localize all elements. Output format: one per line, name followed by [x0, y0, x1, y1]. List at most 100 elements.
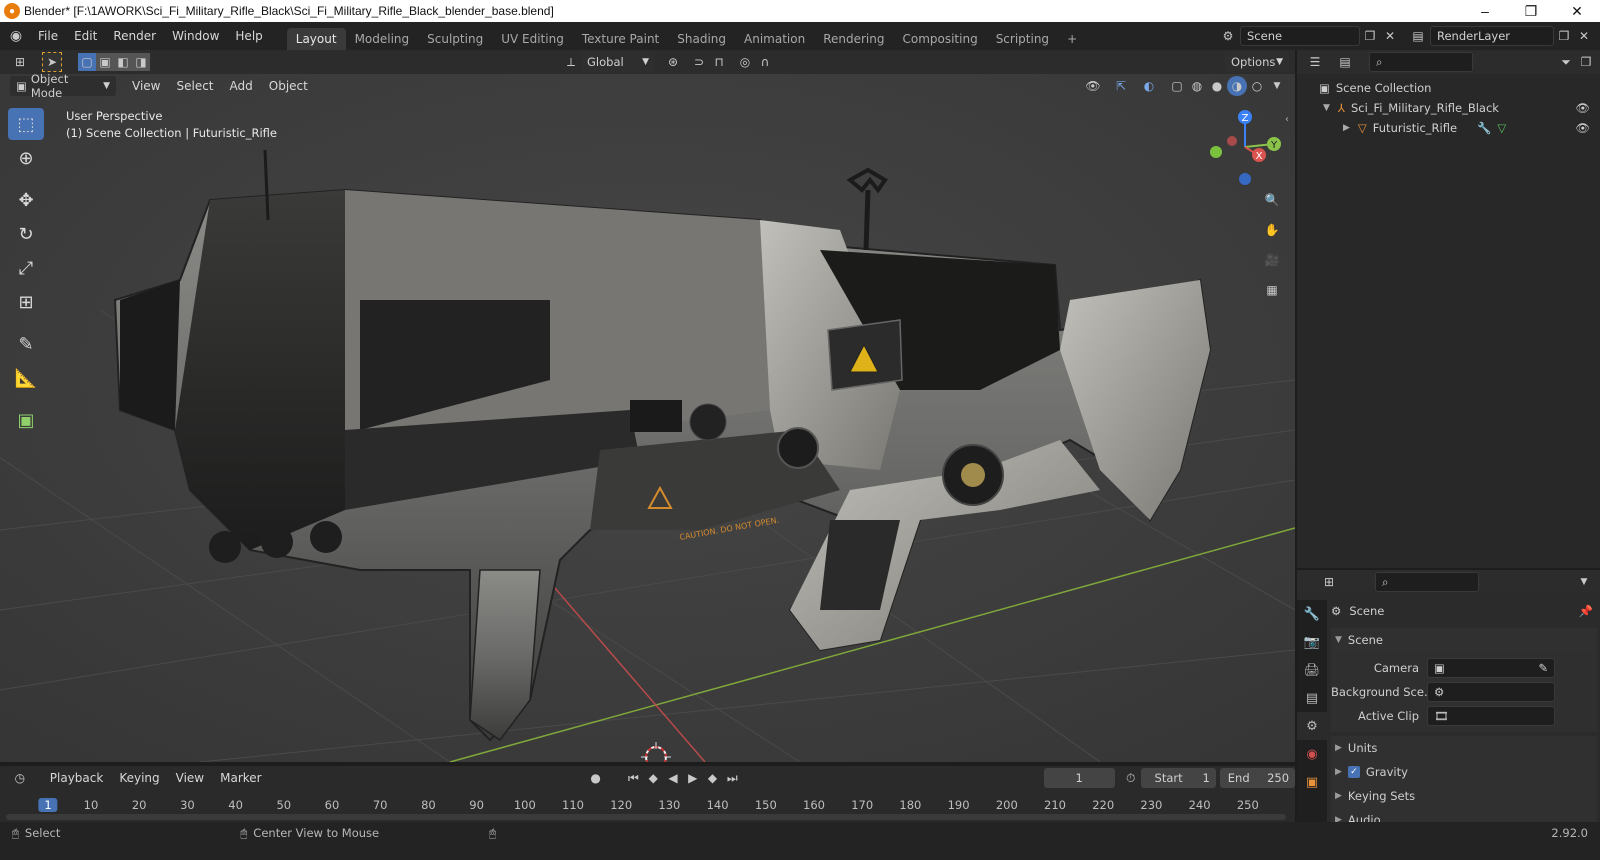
menu-file[interactable]: File	[30, 22, 66, 50]
outliner-row-rifle-empty[interactable]: ▼ ⅄ Sci_Fi_Military_Rifle_Black 👁	[1297, 98, 1600, 118]
background-scene-field[interactable]: ⚙	[1427, 682, 1555, 702]
expand-arrow-icon[interactable]: ▼	[1323, 103, 1330, 113]
frame-ruler[interactable]: 1 10 20 30 40 50 60 70 80 90 100 110 120 130 140 150 160…	[0, 790, 1295, 814]
tab-output-icon[interactable]: 🖨	[1297, 656, 1327, 684]
wireframe-shading-icon[interactable]: ◍	[1187, 76, 1207, 96]
orientation-icon[interactable]: ⟂	[561, 52, 581, 72]
scene-panel-header[interactable]: ▼ Scene	[1331, 628, 1597, 652]
properties-editor-type-icon[interactable]: ⊞	[1319, 572, 1339, 592]
timeline-menu-playback[interactable]: Playback	[42, 771, 112, 785]
autokey-record-icon[interactable]: ●	[586, 768, 606, 788]
properties-search-input[interactable]: ⌕	[1375, 572, 1479, 592]
snap-icon[interactable]: ⊃	[689, 52, 709, 72]
scene-name-field[interactable]: Scene	[1240, 26, 1360, 46]
eye-icon[interactable]: 👁	[1575, 121, 1590, 135]
play-reverse-icon[interactable]: ◀	[663, 768, 683, 788]
outliner-row-scene-collection[interactable]: ▣ Scene Collection	[1297, 78, 1600, 98]
snap-target-icon[interactable]: ⊓	[709, 52, 729, 72]
timeline-menu-marker[interactable]: Marker	[212, 771, 269, 785]
pin-icon[interactable]: 📌	[1579, 604, 1593, 618]
add-cube-tool[interactable]: ▣	[8, 404, 44, 436]
material-shading-icon[interactable]: ◑	[1227, 76, 1247, 96]
gizmo-toggle-icon[interactable]: ⇱	[1111, 76, 1131, 96]
tab-modeling[interactable]: Modeling	[346, 28, 419, 50]
prev-keyframe-icon[interactable]: ◆	[643, 768, 663, 788]
sidebar-toggle-icon[interactable]: ‹	[1285, 114, 1289, 125]
jump-end-icon[interactable]: ⏭	[722, 768, 742, 788]
delete-render-layer-icon[interactable]: ✕	[1574, 26, 1594, 46]
tab-tool-icon[interactable]: 🔧	[1297, 600, 1327, 628]
blender-menu-icon[interactable]: ◉	[6, 26, 26, 46]
tab-scene-icon[interactable]: ⚙	[1297, 712, 1327, 740]
viewport-menu-object[interactable]: Object	[261, 79, 316, 93]
start-frame-field[interactable]: Start 1	[1140, 768, 1216, 788]
keying-sets-panel-header[interactable]: ▶ Keying Sets	[1331, 784, 1597, 808]
transform-orientation-dropdown[interactable]: Global ▼	[581, 52, 655, 72]
proportional-edit-icon[interactable]: ◎	[735, 52, 755, 72]
minimize-button[interactable]: –	[1462, 3, 1508, 19]
delete-scene-icon[interactable]: ✕	[1380, 26, 1400, 46]
units-panel-header[interactable]: ▶ Units	[1331, 736, 1597, 760]
timeline-menu-keying[interactable]: Keying	[111, 771, 167, 785]
tab-uv-editing[interactable]: UV Editing	[492, 28, 573, 50]
measure-tool[interactable]: 📐	[8, 362, 44, 394]
maximize-button[interactable]: ❐	[1508, 3, 1554, 20]
tab-object-icon[interactable]: ▣	[1297, 768, 1327, 796]
editor-type-icon[interactable]: ⊞	[10, 52, 30, 72]
pivot-point-icon[interactable]: ⊛	[663, 52, 683, 72]
current-frame-field[interactable]: 1	[1043, 768, 1115, 788]
outliner-search-input[interactable]: ⌕	[1369, 52, 1473, 72]
new-render-layer-icon[interactable]: ❐	[1554, 26, 1574, 46]
new-collection-icon[interactable]: ❐	[1576, 52, 1596, 72]
tab-world-icon[interactable]: ◉	[1297, 740, 1327, 768]
menu-help[interactable]: Help	[227, 22, 270, 50]
menu-render[interactable]: Render	[105, 22, 164, 50]
camera-view-icon[interactable]: 🎥	[1262, 250, 1282, 270]
preview-range-icon[interactable]: ⏱	[1121, 768, 1141, 788]
pan-hand-icon[interactable]: ✋	[1262, 220, 1282, 240]
rotate-tool[interactable]: ↻	[8, 218, 44, 250]
tab-compositing[interactable]: Compositing	[893, 28, 986, 50]
gravity-panel-header[interactable]: ▶ ✓ Gravity	[1331, 760, 1597, 784]
close-button[interactable]: ✕	[1554, 3, 1600, 20]
menu-edit[interactable]: Edit	[66, 22, 105, 50]
eyedropper-icon[interactable]: ✎	[1538, 661, 1548, 675]
zoom-icon[interactable]: 🔍	[1262, 190, 1282, 210]
active-clip-field[interactable]: 🎞	[1427, 706, 1555, 726]
perspective-toggle-icon[interactable]: ▦	[1262, 280, 1282, 300]
timeline-scrollbar[interactable]	[6, 814, 1286, 820]
next-keyframe-icon[interactable]: ◆	[703, 768, 723, 788]
properties-options-chevron-icon[interactable]: ▼	[1574, 572, 1594, 592]
viewport-menu-view[interactable]: View	[124, 79, 168, 93]
transform-tool[interactable]: ⊞	[8, 286, 44, 318]
select-subtract-icon[interactable]: ◧	[114, 53, 132, 71]
active-tool-icon[interactable]: ➤	[42, 52, 62, 72]
timeline-menu-view[interactable]: View	[168, 771, 212, 785]
end-frame-field[interactable]: End 250	[1219, 768, 1296, 788]
select-box-tool[interactable]: ⬚	[8, 108, 44, 140]
menu-window[interactable]: Window	[164, 22, 227, 50]
play-icon[interactable]: ▶	[683, 768, 703, 788]
tab-texture-paint[interactable]: Texture Paint	[573, 28, 668, 50]
collapse-arrow-icon[interactable]: ▶	[1343, 123, 1350, 133]
cursor-tool[interactable]: ⊕	[8, 142, 44, 174]
new-scene-icon[interactable]: ❐	[1360, 26, 1380, 46]
select-new-icon[interactable]: ▢	[78, 53, 96, 71]
filter-icon[interactable]: ⏷	[1556, 52, 1576, 72]
tab-animation[interactable]: Animation	[735, 28, 814, 50]
tab-scripting[interactable]: Scripting	[987, 28, 1058, 50]
outliner-row-futuristic-rifle[interactable]: ▶ ▽ Futuristic_Rifle 🔧 ▽ 👁	[1297, 118, 1600, 138]
viewport-menu-add[interactable]: Add	[222, 79, 261, 93]
xray-toggle-icon[interactable]: ▢	[1167, 76, 1187, 96]
outliner-editor-type-icon[interactable]: ☰	[1305, 52, 1325, 72]
move-tool[interactable]: ✥	[8, 184, 44, 216]
timeline-editor-type-icon[interactable]: ◷	[10, 768, 30, 788]
options-dropdown[interactable]: Options ▼	[1225, 52, 1289, 72]
audio-panel-header[interactable]: ▶ Audio	[1331, 808, 1597, 822]
shading-options-chevron-icon[interactable]: ▼	[1267, 76, 1287, 96]
gravity-checkbox[interactable]: ✓	[1347, 766, 1360, 778]
select-extend-icon[interactable]: ▣	[96, 53, 114, 71]
tab-view-layer-icon[interactable]: ▤	[1297, 684, 1327, 712]
3d-viewport[interactable]: CAUTION. DO NOT OPEN. Z Y X ⊞ ➤ ▢ ▣ ◧ ◨ …	[0, 50, 1295, 762]
scene-browse-icon[interactable]: ⚙	[1218, 26, 1238, 46]
